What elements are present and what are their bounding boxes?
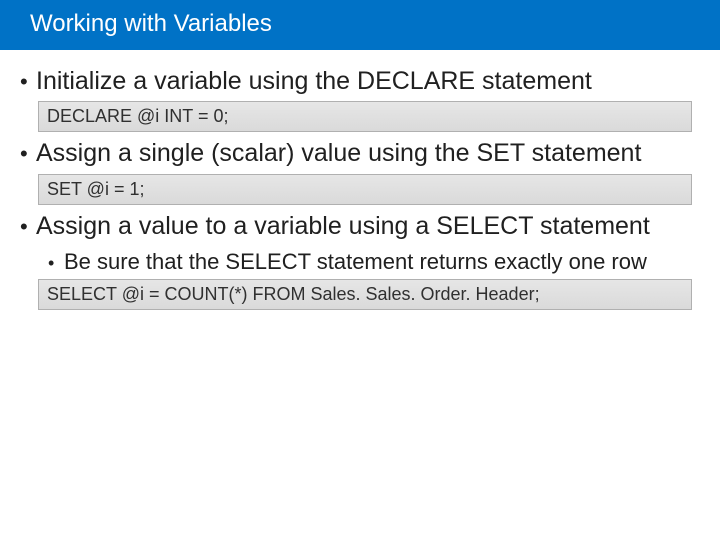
bullet-1-text: Initialize a variable using the DECLARE … bbox=[36, 66, 592, 97]
slide-title: Working with Variables bbox=[0, 0, 720, 50]
sub-bullet-3a-text: Be sure that the SELECT statement return… bbox=[64, 248, 647, 276]
bullet-dot-icon: • bbox=[20, 216, 36, 238]
bullet-2-text: Assign a single (scalar) value using the… bbox=[36, 138, 641, 169]
bullet-dot-icon: • bbox=[20, 71, 36, 93]
bullet-3: • Assign a value to a variable using a S… bbox=[20, 211, 700, 242]
bullet-dot-icon: • bbox=[20, 143, 36, 165]
code-block-3: SELECT @i = COUNT(*) FROM Sales. Sales. … bbox=[38, 279, 692, 310]
bullet-dot-icon: • bbox=[48, 253, 64, 274]
bullet-1: • Initialize a variable using the DECLAR… bbox=[20, 66, 700, 97]
code-block-2: SET @i = 1; bbox=[38, 174, 692, 205]
sub-bullet-3a: • Be sure that the SELECT statement retu… bbox=[48, 248, 700, 276]
bullet-2: • Assign a single (scalar) value using t… bbox=[20, 138, 700, 169]
bullet-3-text: Assign a value to a variable using a SEL… bbox=[36, 211, 650, 242]
code-block-1: DECLARE @i INT = 0; bbox=[38, 101, 692, 132]
slide-content: • Initialize a variable using the DECLAR… bbox=[0, 50, 720, 310]
